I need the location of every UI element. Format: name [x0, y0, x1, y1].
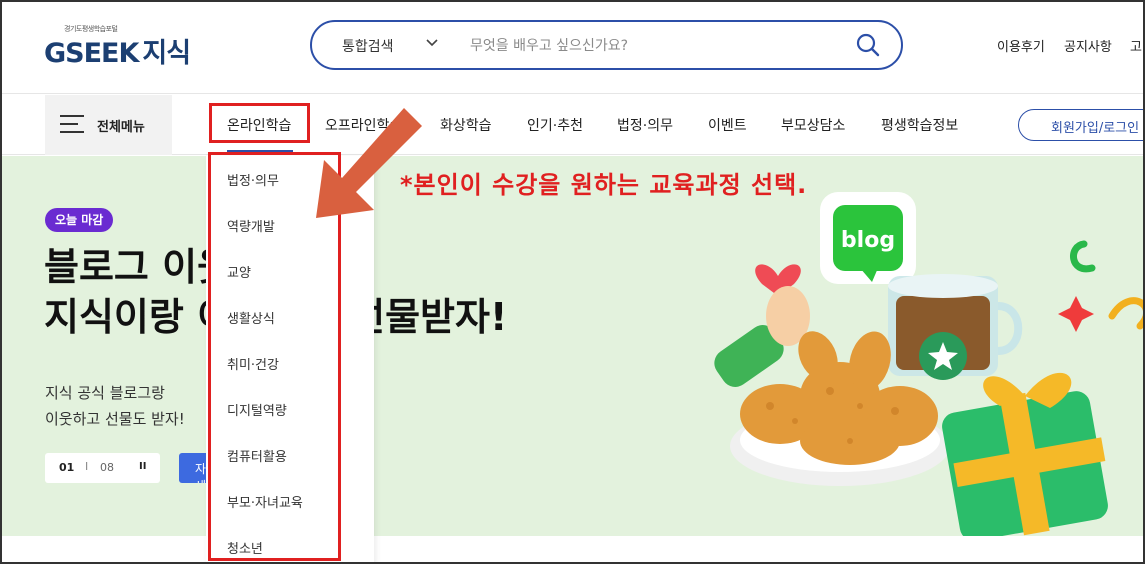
dropdown-item-legal[interactable]: 법정·의무 — [227, 170, 279, 189]
annotation-note: *본인이 수강을 원하는 교육과정 선택. — [400, 171, 808, 199]
dropdown-item-hobby-health[interactable]: 취미·건강 — [227, 354, 279, 373]
site-header: 경기도평생학습포털 GSEEK지식 통합검색 이용후기 공지사항 고 — [0, 0, 1145, 94]
pager-total: 08 — [100, 461, 114, 474]
nav-video-learning[interactable]: 화상학습 — [440, 115, 492, 135]
join-login-button[interactable]: 회원가입/로그인 — [1018, 109, 1145, 141]
dropdown-item-parent-child[interactable]: 부모·자녀교육 — [227, 492, 303, 511]
site-logo[interactable]: 경기도평생학습포털 GSEEK 지식 — [44, 24, 214, 69]
logo-main-text: GSEEK — [44, 38, 139, 69]
search-category-select[interactable]: 통합검색 — [342, 36, 394, 56]
reviews-link[interactable]: 이용후기 — [997, 36, 1045, 55]
nav-events[interactable]: 이벤트 — [708, 115, 747, 135]
search-bar: 통합검색 — [310, 20, 903, 70]
chevron-down-icon[interactable] — [424, 34, 440, 54]
search-input[interactable] — [470, 34, 830, 58]
gift-box-icon — [942, 372, 1108, 536]
subtext-line-2: 이웃하고 선물도 받자! — [45, 410, 185, 428]
banner-subtext: 지식 공식 블로그랑 이웃하고 선물도 받자! — [45, 380, 185, 432]
pause-icon[interactable]: II — [139, 461, 146, 472]
nav-lifelong-info[interactable]: 평생학습정보 — [881, 115, 958, 135]
blog-label: blog — [841, 228, 895, 253]
dropdown-item-youth[interactable]: 청소년 — [227, 538, 263, 557]
search-icon[interactable] — [855, 32, 881, 58]
deadline-badge: 오늘 마감 — [45, 208, 114, 232]
banner-illustration: blog — [714, 192, 1145, 536]
blog-bubble-icon: blog — [820, 192, 916, 284]
dropdown-item-digital[interactable]: 디지털역량 — [227, 400, 287, 419]
pager-current: 01 — [59, 461, 75, 474]
customer-link[interactable]: 고 — [1130, 36, 1142, 55]
all-menu-button[interactable]: 전체메뉴 — [45, 95, 172, 155]
subtext-line-1: 지식 공식 블로그랑 — [45, 384, 165, 402]
nav-legal-mandatory[interactable]: 법정·의무 — [617, 115, 673, 135]
banner-more-button[interactable]: 자세히 — [179, 453, 209, 483]
sparkle-icon — [1058, 296, 1094, 332]
nav-popular-recommended[interactable]: 인기·추천 — [527, 115, 583, 135]
nav-active-highlight — [209, 103, 310, 143]
dropdown-item-liberal-arts[interactable]: 교양 — [227, 262, 251, 281]
notice-link[interactable]: 공지사항 — [1064, 36, 1112, 55]
pager-separator: I — [85, 460, 89, 473]
dropdown-item-life-tips[interactable]: 생활상식 — [227, 308, 275, 327]
all-menu-label: 전체메뉴 — [97, 120, 145, 135]
bottom-section — [0, 536, 1145, 564]
nav-parent-counseling[interactable]: 부모상담소 — [781, 115, 845, 135]
banner-pager: 01 I 08 II — [45, 453, 160, 483]
hamburger-icon — [60, 115, 84, 133]
dropdown-item-computer[interactable]: 컴퓨터활용 — [227, 446, 287, 465]
yellow-ribbon-icon — [1108, 297, 1145, 330]
main-nav: 전체메뉴 온라인학습 오프라인학습 화상학습 인기·추천 법정·의무 이벤트 부… — [0, 95, 1145, 155]
ribbon-curl-icon — [1070, 240, 1096, 273]
logo-suffix: 지식 — [142, 38, 191, 69]
logo-wordmark: GSEEK 지식 — [44, 31, 191, 70]
dropdown-item-competency[interactable]: 역량개발 — [227, 216, 275, 235]
